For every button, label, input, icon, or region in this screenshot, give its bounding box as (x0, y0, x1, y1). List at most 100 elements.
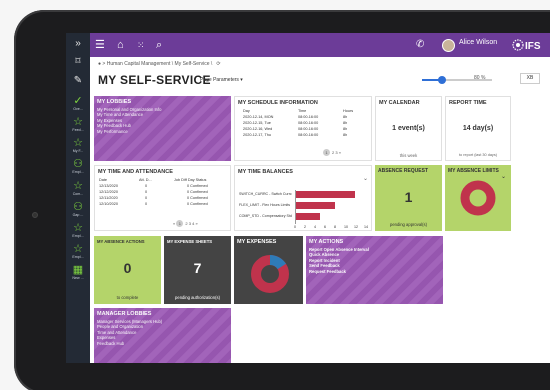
tick-label: 4 (314, 225, 316, 229)
absence-actions-tile[interactable]: MY ABSENCE ACTIONS 0 to complete (94, 236, 161, 304)
app-screen: » ⌑ ✎ ✓ Ove... ☆ Feed... ☆ My F... ⚇ Empl...… (66, 33, 550, 363)
bookmark-icon[interactable]: ⌑ (66, 56, 90, 68)
absence-request-tile[interactable]: ABSENCE REQUEST 1 pending approval(s) (375, 165, 442, 231)
nav-item-my-f[interactable]: ☆ My F... (66, 137, 90, 154)
table-cell: 0 Confirmed (187, 202, 208, 206)
absence-limits-donut (460, 180, 496, 216)
phone-icon[interactable]: ✆ (416, 38, 424, 52)
star-icon: ☆ (73, 180, 83, 192)
page-button[interactable]: 4 (192, 221, 194, 226)
nav-item-employee-3[interactable]: ☆ Empl... (66, 243, 90, 260)
time-balances-tile[interactable]: MY TIME BALANCES ⌄ SWITCH_CURRC - Switch… (234, 165, 372, 231)
home-icon[interactable]: ⌂ (117, 38, 124, 52)
star-icon: ☆ (73, 137, 83, 149)
tick-label: 12 (354, 225, 358, 229)
bar[interactable] (295, 213, 320, 220)
page-title: MY SELF-SERVICE (98, 73, 211, 87)
tick-label: 8 (334, 225, 336, 229)
table-cell: 12/10/2020 (99, 202, 119, 206)
absence-actions-footer: to complete (116, 295, 139, 300)
ifs-logo: IFS (512, 39, 541, 52)
table-cell: 0 Confirmed (187, 190, 208, 194)
nav-item-company[interactable]: ☆ Com... (66, 180, 90, 197)
tick-label: 10 (344, 225, 348, 229)
table-cell: 08:00-16:00 (298, 127, 319, 131)
page-button[interactable]: 2 (185, 221, 187, 226)
my-actions-tile[interactable]: MY ACTIONS Report Open Absence Interval … (306, 236, 443, 304)
table-cell: 8h (343, 133, 348, 137)
breadcrumb[interactable]: ● > Human Capital Management \ My Self-S… (98, 61, 221, 67)
page-button[interactable]: 3 (189, 221, 191, 226)
lobby-link[interactable]: Feedback Hub (97, 341, 162, 346)
time-attendance-tile[interactable]: MY TIME AND ATTENDANCE Date Att. D... Jo… (94, 165, 231, 231)
star-icon: ☆ (73, 116, 83, 128)
bar-label: FLEX_LIMIT - Flex Hours Limits (239, 203, 291, 207)
star-icon: ☆ (73, 243, 83, 255)
bar[interactable] (295, 191, 355, 198)
page-button[interactable]: 1 (323, 149, 330, 156)
prev-page-button[interactable]: « (173, 221, 175, 226)
lobby-link[interactable]: My Performance (97, 129, 161, 134)
table-cell: 0 (145, 196, 148, 200)
avatar[interactable] (442, 39, 455, 52)
expenses-tile[interactable]: MY EXPENSES (234, 236, 303, 304)
nav-item-new[interactable]: ▦ New ... (66, 264, 90, 281)
my-lobbies-tile[interactable]: MY LOBBIES My Personal and Organization … (94, 96, 231, 161)
table-cell: 0 Confirmed (187, 196, 208, 200)
column-header: Date (99, 178, 108, 182)
page-button[interactable]: 2 (332, 150, 334, 155)
table-cell: 0 (145, 202, 148, 206)
calendar-tile[interactable]: MY CALENDAR 1 event(s) this week (375, 96, 442, 161)
column-header: Day (243, 109, 250, 113)
column-header: Job Diff Day Status (174, 178, 207, 182)
close-button[interactable]: XB (520, 73, 540, 84)
top-bar: ☰ ⌂ ⁙ ⌕ ✆ Alice Wilson IFS (90, 33, 550, 57)
camera (32, 212, 38, 218)
next-page-button[interactable]: » (195, 221, 197, 226)
table-cell: 2020-12-17, Thu (243, 133, 272, 137)
bar-label: SWITCH_CURRC - Switch Currc (239, 192, 292, 196)
nav-item-employee-1[interactable]: ⚇ Empl... (66, 158, 90, 175)
table-cell: 2020-12-16, Wed (243, 127, 273, 131)
zoom-level: 80 % (474, 75, 486, 81)
chevron-down-icon[interactable]: ⌄ (363, 175, 368, 182)
tick-label: 6 (324, 225, 326, 229)
expense-sheets-value: 7 (193, 260, 202, 276)
nav-item-overview[interactable]: ✓ Ove... (66, 95, 90, 112)
refresh-icon[interactable]: ⟳ (216, 61, 220, 67)
action-link[interactable]: Request Feedback (309, 269, 369, 274)
nav-item-feedback[interactable]: ☆ Feed... (66, 116, 90, 133)
manager-lobbies-tile[interactable]: MANAGER LOBBIES Manager Services (Manage… (94, 308, 231, 363)
column-header: Att. D... (139, 178, 152, 182)
chevron-down-icon[interactable]: ⌄ (501, 173, 506, 180)
user-name[interactable]: Alice Wilson (459, 38, 497, 47)
table-cell: 2020-12-14, MON (243, 115, 274, 119)
schedule-tile[interactable]: MY SCHEDULE INFORMATION Day Time Hours 2… (234, 96, 372, 161)
next-page-button[interactable]: » (339, 150, 341, 155)
pencil-icon[interactable]: ✎ (66, 75, 90, 87)
bar[interactable] (295, 202, 335, 209)
grid-icon[interactable]: ⁙ (137, 38, 145, 52)
collapse-icon[interactable]: » (66, 38, 90, 50)
column-header: Hours (343, 109, 354, 113)
hamburger-icon[interactable]: ☰ (95, 38, 105, 52)
report-time-tile[interactable]: REPORT TIME 14 day(s) to report (last 30… (445, 96, 511, 161)
expense-sheets-tile[interactable]: MY EXPENSE SHEETS 7 pending authorizatio… (164, 236, 231, 304)
page-button[interactable]: 1 (176, 220, 184, 227)
table-cell: 08:00-16:00 (298, 121, 319, 125)
page-parameters-dropdown[interactable]: Page Parameters ▾ (200, 77, 243, 83)
table-cell: 12/13/2020 (99, 184, 119, 188)
page-button[interactable]: 3 (335, 150, 337, 155)
table-cell: 2020-12-15, Tue (243, 121, 271, 125)
star-icon: ☆ (73, 222, 83, 234)
home-dot-icon: ● > (98, 61, 107, 67)
table-cell: 0 Confirmed (187, 184, 208, 188)
report-time-value: 14 day(s) (462, 125, 494, 132)
absence-limits-tile[interactable]: MY ABSENCE LIMITS ⌄ (445, 165, 511, 231)
check-icon: ✓ (73, 95, 83, 107)
nav-item-employee-2[interactable]: ☆ Empl... (66, 222, 90, 239)
search-icon[interactable]: ⌕ (156, 38, 162, 52)
zoom-slider-handle[interactable] (438, 76, 446, 84)
left-navigation-rail: » ⌑ ✎ ✓ Ove... ☆ Feed... ☆ My F... ⚇ Empl...… (66, 33, 90, 363)
nav-item-gap[interactable]: ⚇ Gap ... (66, 201, 90, 218)
